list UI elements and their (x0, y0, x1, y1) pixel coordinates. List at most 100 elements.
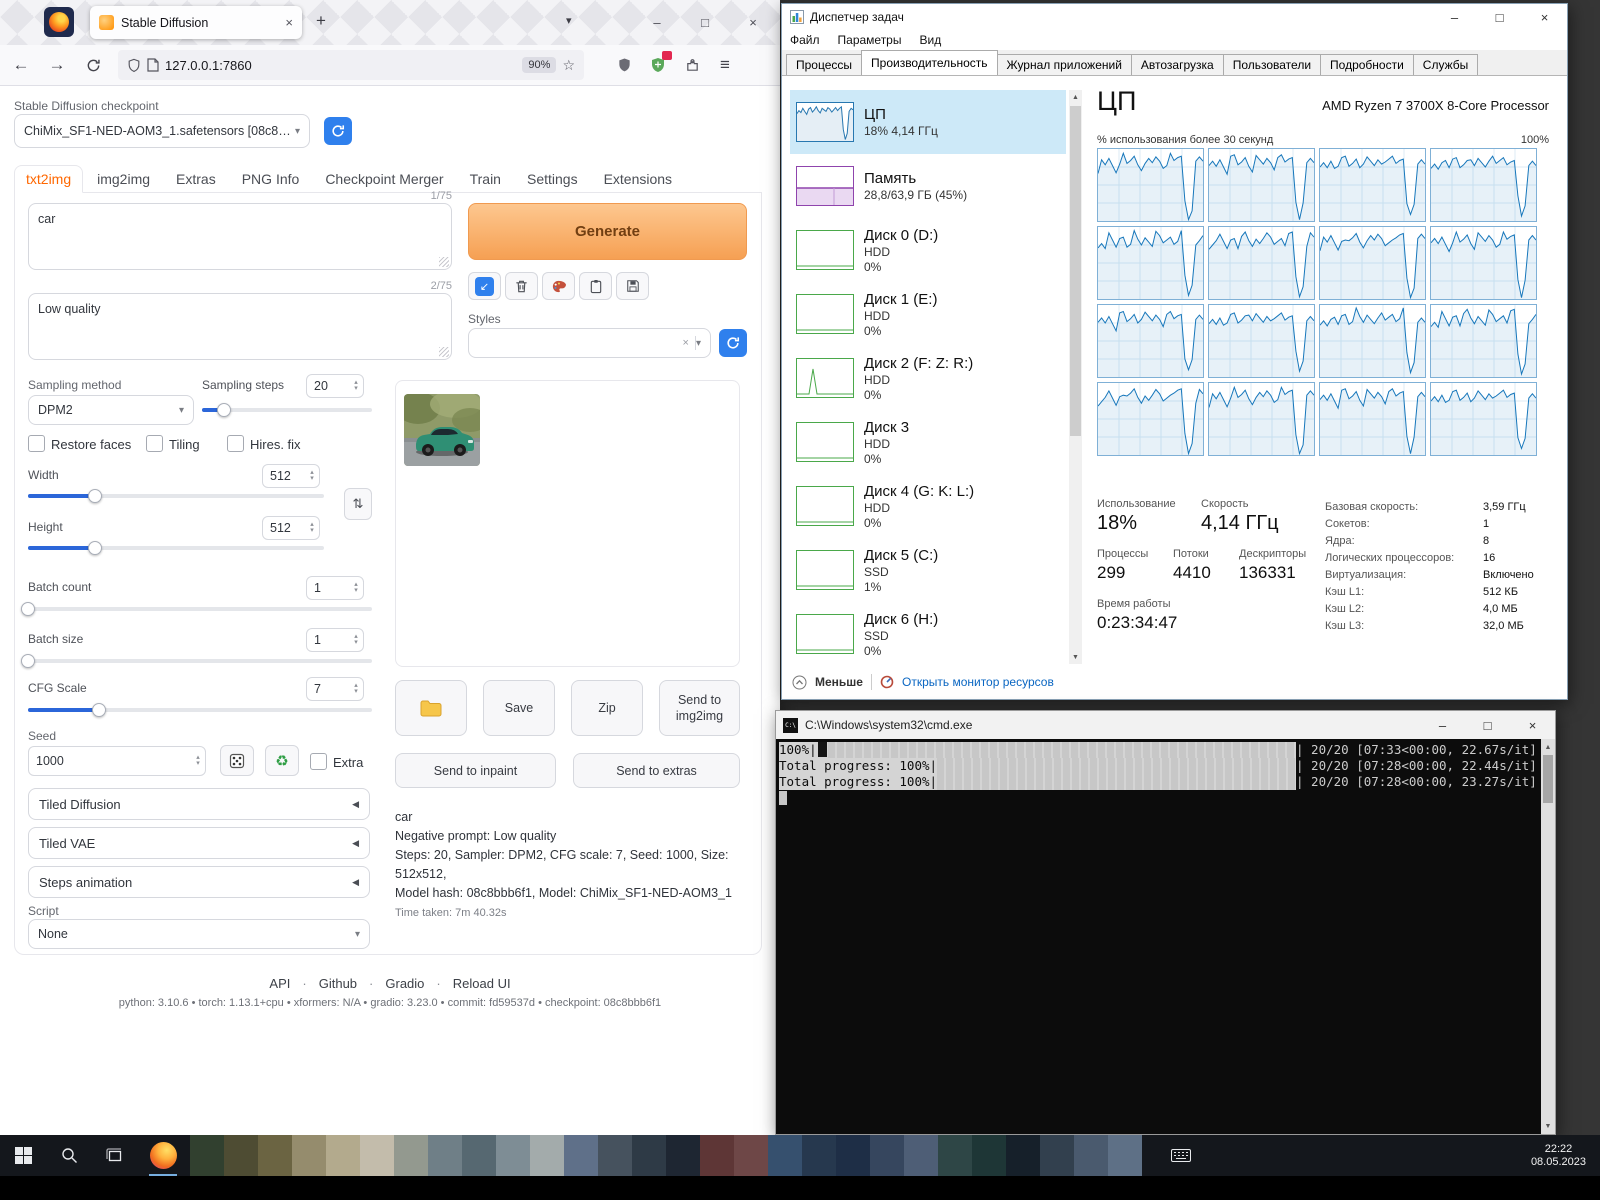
tab-close-icon[interactable]: × (285, 15, 293, 30)
tab-list-chevron-icon[interactable]: ▾ (566, 14, 572, 27)
extra-networks-button[interactable] (542, 272, 575, 300)
taskbar-clock[interactable]: 22:22 08.05.2023 (1531, 1135, 1586, 1176)
slider-handle[interactable] (21, 602, 35, 616)
taskbar-thumbnail-5[interactable] (360, 1135, 394, 1176)
tab-img2img[interactable]: img2img (85, 165, 162, 192)
slider-handle[interactable] (21, 654, 35, 668)
clear-styles-icon[interactable]: × (683, 337, 689, 349)
checkpoint-dropdown[interactable]: ChiMix_SF1-NED-AOM3_1.safetensors [08c8b… (14, 114, 310, 148)
url-text[interactable]: 127.0.0.1:7860 (165, 58, 516, 73)
taskbar-thumbnail-23[interactable] (972, 1135, 1006, 1176)
taskbar-thumbnail-15[interactable] (700, 1135, 734, 1176)
spinner-icon[interactable]: ▴ ▾ (191, 754, 205, 767)
active-tab[interactable]: Stable Diffusion × (90, 6, 302, 39)
taskmgr-tab-3[interactable]: Автозагрузка (1130, 54, 1224, 75)
slider-handle[interactable] (87, 541, 102, 555)
open-resource-monitor-link[interactable]: Открыть монитор ресурсов (902, 675, 1054, 689)
maximize-button[interactable]: □ (1465, 711, 1510, 739)
taskbar-thumbnail-13[interactable] (632, 1135, 666, 1176)
console-output[interactable]: 100%| | 20/20 [07:33<00:00, 22.67s/it] Tot… (776, 739, 1541, 1134)
spinner-icon[interactable]: ▴ ▾ (349, 682, 363, 695)
menu-file[interactable]: Файл (790, 33, 820, 47)
taskmgr-tab-4[interactable]: Пользователи (1222, 54, 1322, 75)
read-params-button[interactable]: ↙ (468, 272, 501, 300)
back-button[interactable]: ← (6, 51, 36, 79)
width-slider[interactable] (28, 489, 324, 503)
taskmgr-titlebar[interactable]: Диспетчер задач – □ × (782, 4, 1567, 30)
taskbar-thumbnail-25[interactable] (1040, 1135, 1074, 1176)
refresh-checkpoint-button[interactable] (324, 117, 352, 145)
batch-count-slider[interactable] (21, 602, 372, 616)
menu-button[interactable]: ≡ (710, 51, 740, 79)
page-info-icon[interactable] (147, 58, 159, 72)
reload-button[interactable] (78, 51, 108, 79)
send-to-extras-button[interactable]: Send to extras (573, 753, 740, 788)
minimize-button[interactable]: – (1432, 4, 1477, 30)
styles-dropdown[interactable]: × ▾ (468, 328, 711, 358)
collapse-circle-icon[interactable] (792, 675, 807, 690)
taskbar-thumbnail-21[interactable] (904, 1135, 938, 1176)
tiling-checkbox[interactable] (146, 435, 163, 452)
save-button[interactable]: Save (483, 680, 555, 736)
taskmgr-sidebar-item-4[interactable]: Диск 2 (F: Z: R:) HDD 0% (790, 346, 1066, 410)
random-seed-button[interactable] (220, 745, 254, 776)
less-button[interactable]: Меньше (815, 675, 863, 689)
taskbar-thumbnail-22[interactable] (938, 1135, 972, 1176)
taskmgr-sidebar-item-1[interactable]: Память 28,8/63,9 ГБ (45%) (790, 154, 1066, 218)
taskbar-thumbnail-1[interactable] (224, 1135, 258, 1176)
scroll-down-icon[interactable]: ▼ (1541, 1119, 1555, 1133)
close-button[interactable]: × (732, 0, 774, 45)
send-to-inpaint-button[interactable]: Send to inpaint (395, 753, 556, 788)
taskbar-thumbnail-6[interactable] (394, 1135, 428, 1176)
send-to-img2img-button[interactable]: Send to img2img (659, 680, 740, 736)
tab-txt2img[interactable]: txt2img (14, 165, 84, 193)
taskbar-thumbnail-12[interactable] (598, 1135, 632, 1176)
apply-style-button[interactable] (579, 272, 612, 300)
taskmgr-sidebar-item-0[interactable]: ЦП 18% 4,14 ГГц (790, 90, 1066, 154)
taskbar-thumbnail-19[interactable] (836, 1135, 870, 1176)
tab-checkpoint-merger[interactable]: Checkpoint Merger (313, 165, 455, 192)
taskmgr-sidebar-item-8[interactable]: Диск 6 (H:) SSD 0% (790, 602, 1066, 666)
maximize-button[interactable]: □ (684, 0, 726, 45)
firefox-logo-icon[interactable] (44, 7, 74, 37)
taskmgr-sidebar-item-3[interactable]: Диск 1 (E:) HDD 0% (790, 282, 1066, 346)
seed-input-box[interactable]: ▴▾ (28, 746, 206, 776)
minimize-button[interactable]: – (1420, 711, 1465, 739)
tab-extras[interactable]: Extras (164, 165, 228, 192)
footer-link-reload-ui[interactable]: Reload UI (453, 976, 511, 991)
taskbar-thumbnail-9[interactable] (496, 1135, 530, 1176)
spinner-icon[interactable]: ▴ ▾ (349, 633, 363, 646)
sampling-steps-input[interactable]: 20 ▴ ▾ (306, 374, 364, 398)
save-style-button[interactable] (616, 272, 649, 300)
prompt-input[interactable]: car (28, 203, 452, 270)
taskbar-thumbnail-27[interactable] (1108, 1135, 1142, 1176)
extension-shield-icon[interactable] (610, 51, 638, 79)
tab-settings[interactable]: Settings (515, 165, 590, 192)
negative-prompt-input[interactable]: Low quality (28, 293, 452, 360)
hires-fix-checkbox[interactable] (227, 435, 244, 452)
spinner-icon[interactable]: ▴ ▾ (349, 379, 363, 392)
taskbar-thumbnail-4[interactable] (326, 1135, 360, 1176)
extra-seed-checkbox[interactable] (310, 753, 327, 770)
firefox-taskbar-button[interactable] (140, 1135, 186, 1176)
steps-animation-accordion[interactable]: Steps animation ◀ (28, 866, 370, 898)
tab-train[interactable]: Train (458, 165, 513, 192)
slider-handle[interactable] (92, 703, 107, 717)
taskbar-thumbnail-7[interactable] (428, 1135, 462, 1176)
url-bar[interactable]: 127.0.0.1:7860 90% ☆ (118, 50, 584, 80)
taskbar-thumbnail-24[interactable] (1006, 1135, 1040, 1176)
footer-link-api[interactable]: API (269, 976, 290, 991)
cfg-scale-slider[interactable] (28, 703, 372, 717)
close-button[interactable]: × (1522, 4, 1567, 30)
taskmgr-sidebar-item-2[interactable]: Диск 0 (D:) HDD 0% (790, 218, 1066, 282)
scrollbar-thumb[interactable] (1543, 755, 1553, 803)
cmd-titlebar[interactable]: C:\ C:\Windows\system32\cmd.exe – □ × (776, 711, 1555, 739)
sidebar-scrollbar[interactable]: ▲ ▼ (1069, 90, 1082, 664)
spinner-icon[interactable]: ▴ ▾ (305, 521, 319, 534)
reuse-seed-button[interactable]: ♻ (265, 745, 299, 776)
cfg-scale-input[interactable]: 7 ▴ ▾ (306, 677, 364, 701)
taskbar-thumbnail-10[interactable] (530, 1135, 564, 1176)
taskbar-thumbnail-11[interactable] (564, 1135, 598, 1176)
script-dropdown[interactable]: None ▾ (28, 919, 370, 949)
footer-link-github[interactable]: Github (319, 976, 357, 991)
